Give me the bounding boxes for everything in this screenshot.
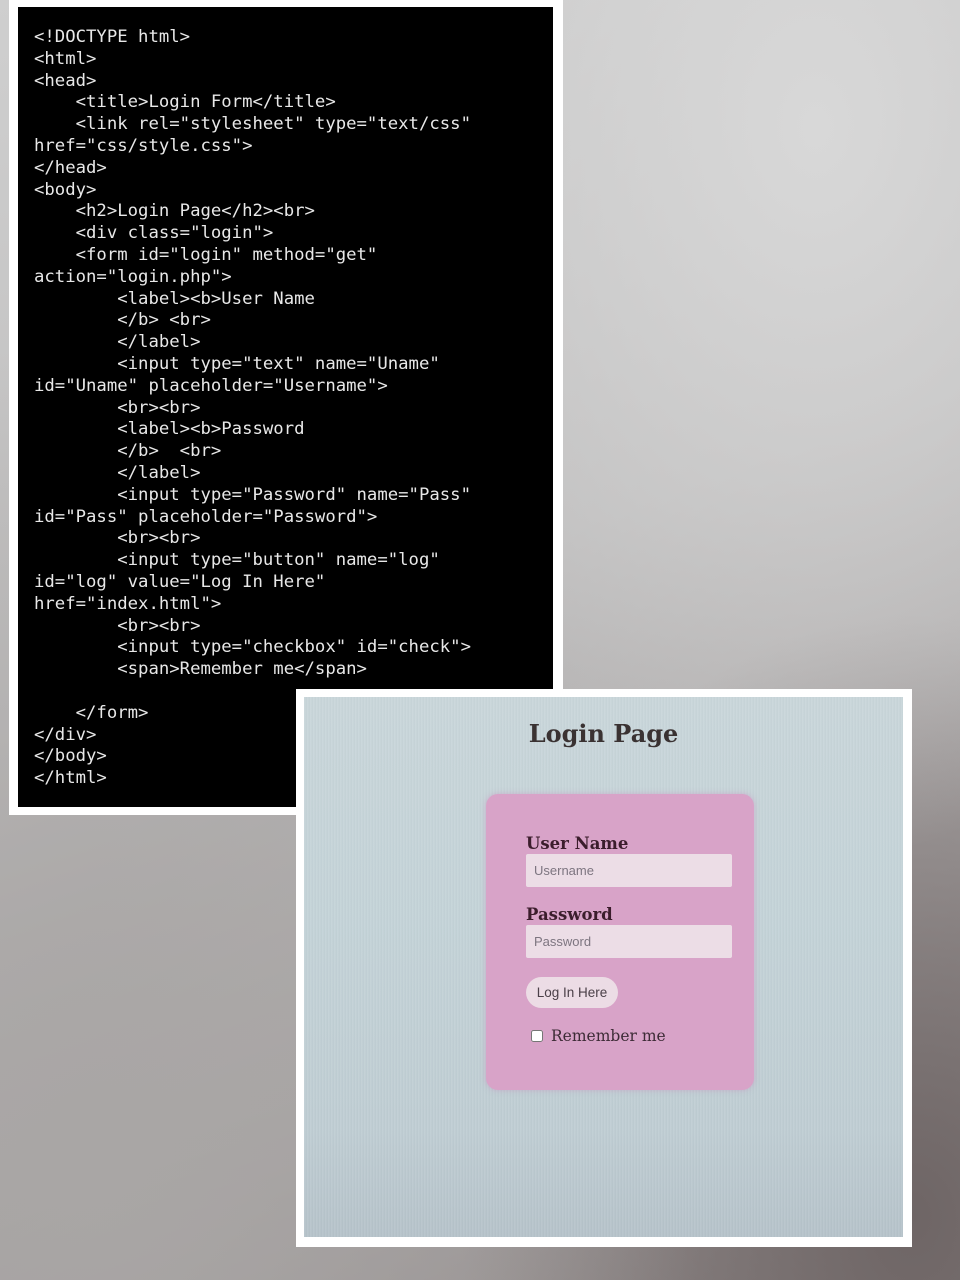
page-title: Login Page (528, 719, 679, 748)
code-line: <div class="login"> (34, 223, 274, 244)
login-button[interactable]: Log In Here (526, 977, 618, 1008)
code-line: <span>Remember me</span> (34, 659, 367, 680)
code-line: <label><b>User Name (34, 288, 315, 309)
code-line: </b> <br> (34, 310, 211, 331)
login-form: User Name Password Log In Here Remember … (486, 794, 754, 1090)
password-label: Password (526, 905, 613, 924)
code-line: <input type="checkbox" id="check"> (34, 637, 471, 658)
code-line: <title>Login Form</title> (34, 92, 336, 113)
remember-label: Remember me (551, 1027, 666, 1045)
code-line: <!DOCTYPE html> (34, 27, 191, 47)
code-line: <br><br> (34, 397, 201, 418)
code-line: <form id="login" method="get" (34, 244, 378, 265)
code-line: </b> <br> (34, 441, 222, 462)
code-line: <label><b>Password (34, 419, 305, 440)
remember-checkbox[interactable] (531, 1030, 543, 1042)
code-line: id="Pass" placeholder="Password"> (34, 506, 378, 527)
code-line: <br><br> (34, 528, 201, 549)
code-line: <h2>Login Page</h2><br> (34, 201, 315, 222)
rendered-page: Login Page User Name Password Log In Her… (304, 697, 903, 1237)
code-line: </head> (34, 157, 107, 178)
code-line: <input type="button" name="log" (34, 550, 440, 571)
code-line: <link rel="stylesheet" type="text/css" (34, 114, 471, 135)
code-line: <br><br> (34, 615, 201, 636)
remember-row: Remember me (531, 1027, 666, 1045)
code-line: <input type="Password" name="Pass" (34, 484, 471, 505)
code-line: </label> (34, 462, 201, 483)
code-line: id="log" value="Log In Here" (34, 571, 326, 592)
username-input[interactable] (526, 854, 732, 887)
code-line: </label> (34, 332, 201, 353)
password-input[interactable] (526, 925, 732, 958)
code-line: action="login.php"> (34, 266, 232, 287)
code-line: <input type="text" name="Uname" (34, 353, 440, 374)
code-line: <body> (34, 179, 97, 200)
rendered-page-card: Login Page User Name Password Log In Her… (296, 689, 912, 1247)
code-line: href="index.html"> (34, 593, 222, 614)
code-view: <!DOCTYPE html> <html> <head> <title>Log… (18, 7, 553, 807)
code-line: href="css/style.css"> (34, 135, 253, 156)
code-line: <head> (34, 70, 97, 91)
username-label: User Name (526, 834, 629, 853)
code-line: <html> (34, 48, 97, 69)
code-line: id="Uname" placeholder="Username"> (34, 375, 388, 396)
